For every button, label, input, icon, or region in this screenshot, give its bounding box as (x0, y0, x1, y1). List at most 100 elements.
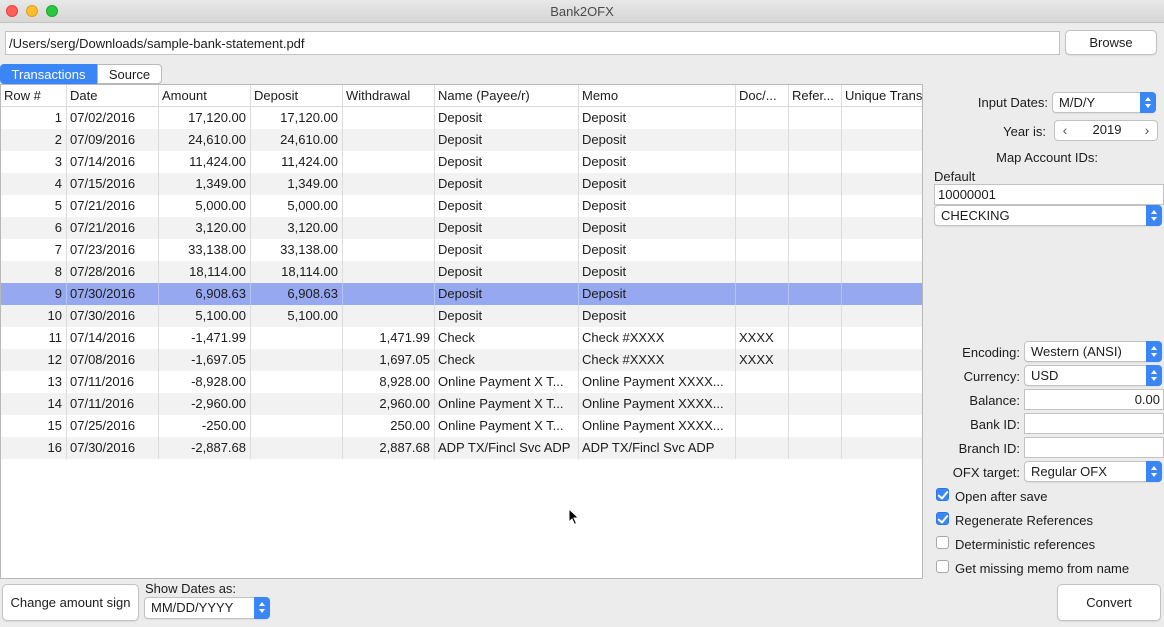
column-header-date[interactable]: Date (67, 85, 159, 107)
row-number-cell: 2 (1, 129, 67, 151)
tab-transactions[interactable]: Transactions (0, 64, 97, 84)
missing-memo-checkbox[interactable] (936, 560, 949, 573)
table-row[interactable]: 9 07/30/2016 6,908.63 6,908.63 Deposit Deposi… (1, 283, 922, 305)
withdrawal-cell: 8,928.00 (343, 371, 435, 393)
table-row[interactable]: 13 07/11/2016 -8,928.00 8,928.00 Online Paym… (1, 371, 922, 393)
currency-select[interactable]: USD (1024, 365, 1162, 386)
table-row[interactable]: 8 07/28/2016 18,114.00 18,114.00 Deposit Depo… (1, 261, 922, 283)
reference-cell (789, 151, 842, 173)
account-type-select[interactable]: CHECKING (934, 205, 1162, 226)
show-dates-select[interactable]: MM/DD/YYYY (144, 597, 270, 619)
change-amount-sign-button[interactable]: Change amount sign (2, 584, 139, 621)
table-row[interactable]: 7 07/23/2016 33,138.00 33,138.00 Deposit Depo… (1, 239, 922, 261)
input-dates-select[interactable]: M/D/Y (1052, 92, 1156, 113)
unique-trans-cell (842, 173, 922, 195)
ofx-target-select[interactable]: Regular OFX (1024, 461, 1162, 482)
amount-cell: -250.00 (159, 415, 251, 437)
row-number-cell: 10 (1, 305, 67, 327)
regenerate-references-checkbox[interactable] (936, 512, 949, 525)
chevron-left-icon[interactable]: ‹ (1057, 121, 1073, 140)
unique-trans-cell (842, 371, 922, 393)
table-row[interactable]: 16 07/30/2016 -2,887.68 2,887.68 ADP TX/Finc… (1, 437, 922, 459)
column-header-deposit[interactable]: Deposit (251, 85, 343, 107)
withdrawal-cell: 1,697.05 (343, 349, 435, 371)
encoding-value: Western (ANSI) (1031, 344, 1122, 359)
table-row[interactable]: 4 07/15/2016 1,349.00 1,349.00 Deposit Deposi… (1, 173, 922, 195)
column-header-name[interactable]: Name (Payee/r) (435, 85, 579, 107)
doc-cell (736, 217, 789, 239)
browse-button[interactable]: Browse (1065, 30, 1157, 55)
row-number-cell: 16 (1, 437, 67, 459)
table-row[interactable]: 5 07/21/2016 5,000.00 5,000.00 Deposit Deposi… (1, 195, 922, 217)
memo-cell: Deposit (579, 173, 736, 195)
account-type-value: CHECKING (941, 208, 1010, 223)
table-row[interactable]: 12 07/08/2016 -1,697.05 1,697.05 Check Check … (1, 349, 922, 371)
column-header-row-number[interactable]: Row # (1, 85, 67, 107)
row-number-cell: 13 (1, 371, 67, 393)
tab-source[interactable]: Source (97, 64, 162, 84)
withdrawal-cell (343, 129, 435, 151)
date-cell: 07/21/2016 (67, 217, 159, 239)
amount-cell: 11,424.00 (159, 151, 251, 173)
doc-cell (736, 393, 789, 415)
column-header-memo[interactable]: Memo (579, 85, 736, 107)
column-header-reference[interactable]: Refer... (789, 85, 842, 107)
row-number-cell: 11 (1, 327, 67, 349)
year-stepper[interactable]: ‹ 2019 › (1054, 120, 1158, 141)
table-row[interactable]: 1 07/02/2016 17,120.00 17,120.00 Deposit Depo… (1, 107, 922, 129)
unique-trans-cell (842, 327, 922, 349)
ofx-target-value: Regular OFX (1031, 464, 1107, 479)
name-cell: Deposit (435, 151, 579, 173)
chevron-right-icon[interactable]: › (1139, 121, 1155, 140)
name-cell: Deposit (435, 261, 579, 283)
unique-trans-cell (842, 129, 922, 151)
unique-trans-cell (842, 217, 922, 239)
unique-trans-cell (842, 305, 922, 327)
column-header-unique-trans[interactable]: Unique Trans (842, 85, 922, 107)
reference-cell (789, 393, 842, 415)
row-number-cell: 3 (1, 151, 67, 173)
name-cell: Online Payment X T... (435, 415, 579, 437)
encoding-select[interactable]: Western (ANSI) (1024, 341, 1162, 362)
column-header-withdrawal[interactable]: Withdrawal (343, 85, 435, 107)
deposit-cell (251, 349, 343, 371)
memo-cell: ADP TX/Fincl Svc ADP (579, 437, 736, 459)
reference-cell (789, 371, 842, 393)
withdrawal-cell (343, 305, 435, 327)
unique-trans-cell (842, 261, 922, 283)
table-row[interactable]: 14 07/11/2016 -2,960.00 2,960.00 Online Paym… (1, 393, 922, 415)
branch-id-label: Branch ID: (958, 441, 1020, 456)
withdrawal-cell (343, 261, 435, 283)
unique-trans-cell (842, 239, 922, 261)
reference-cell (789, 261, 842, 283)
select-arrows-icon (254, 597, 270, 619)
column-header-doc[interactable]: Doc/... (736, 85, 789, 107)
file-path-input[interactable]: /Users/serg/Downloads/sample-bank-statem… (5, 31, 1060, 55)
table-row[interactable]: 2 07/09/2016 24,610.00 24,610.00 Deposit Depo… (1, 129, 922, 151)
deposit-cell: 6,908.63 (251, 283, 343, 305)
account-id-input[interactable]: 10000001 (934, 184, 1164, 205)
date-cell: 07/14/2016 (67, 151, 159, 173)
doc-cell (736, 305, 789, 327)
doc-cell (736, 437, 789, 459)
unique-trans-cell (842, 283, 922, 305)
table-row[interactable]: 15 07/25/2016 -250.00 250.00 Online Payment … (1, 415, 922, 437)
reference-cell (789, 283, 842, 305)
reference-cell (789, 327, 842, 349)
unique-trans-cell (842, 415, 922, 437)
unique-trans-cell (842, 437, 922, 459)
select-arrows-icon (1146, 365, 1162, 386)
open-after-save-checkbox[interactable] (936, 488, 949, 501)
table-row[interactable]: 10 07/30/2016 5,100.00 5,100.00 Deposit Depos… (1, 305, 922, 327)
deterministic-references-checkbox[interactable] (936, 536, 949, 549)
branch-id-input[interactable] (1024, 437, 1164, 458)
table-row[interactable]: 11 07/14/2016 -1,471.99 1,471.99 Check Check … (1, 327, 922, 349)
convert-button[interactable]: Convert (1057, 584, 1161, 621)
table-row[interactable]: 6 07/21/2016 3,120.00 3,120.00 Deposit Deposi… (1, 217, 922, 239)
balance-input[interactable]: 0.00 (1024, 389, 1164, 410)
unique-trans-cell (842, 349, 922, 371)
table-row[interactable]: 3 07/14/2016 11,424.00 11,424.00 Deposit Depo… (1, 151, 922, 173)
doc-cell (736, 107, 789, 129)
column-header-amount[interactable]: Amount (159, 85, 251, 107)
bank-id-input[interactable] (1024, 413, 1164, 434)
